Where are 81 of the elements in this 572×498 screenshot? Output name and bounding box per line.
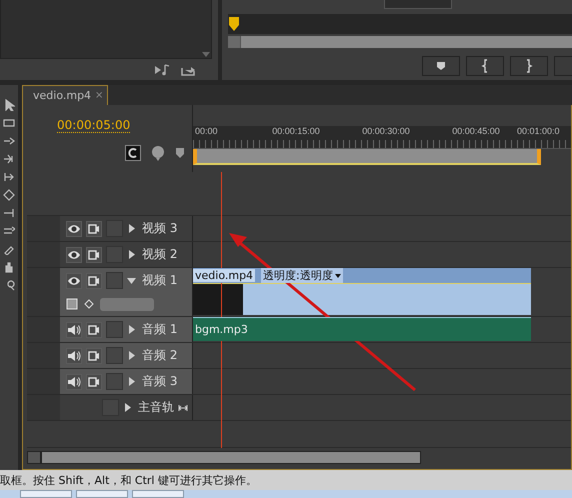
lock-toggle[interactable] — [106, 272, 123, 289]
expand-triangle-icon[interactable] — [123, 403, 132, 412]
bracket-icon[interactable] — [178, 404, 188, 412]
expand-triangle-icon[interactable] — [127, 276, 136, 285]
expand-triangle-icon[interactable] — [127, 325, 136, 334]
film-icon — [88, 248, 100, 260]
zoom-scrollbar[interactable] — [228, 36, 572, 48]
expand-triangle-icon[interactable] — [127, 224, 136, 233]
effect-dropdown[interactable]: 透明度:透明度 — [261, 268, 343, 283]
scroll-grip[interactable] — [27, 451, 41, 464]
speaker-icon — [67, 374, 81, 388]
time-ruler[interactable]: 00:00 00:00:15:00 00:00:30:00 00:00:45:00 00:01:00:0 — [192, 105, 571, 172]
track-header[interactable]: 视频 3 — [60, 216, 192, 241]
ruler-label: 00:01:00:0 — [517, 126, 560, 138]
mark-in-button[interactable] — [466, 56, 504, 76]
sync-lock-toggle[interactable] — [86, 246, 102, 262]
track-toggle[interactable] — [66, 246, 82, 262]
film-icon — [88, 376, 100, 388]
ruler-label: 00:00:30:00 — [361, 126, 411, 138]
lock-toggle[interactable] — [106, 321, 123, 338]
playhead-line[interactable] — [221, 172, 222, 448]
playhead-icon[interactable] — [228, 16, 240, 32]
play-audio-icon[interactable] — [154, 64, 170, 76]
add-marker-icon[interactable] — [175, 147, 185, 159]
track-header[interactable]: 视频 2 — [60, 242, 192, 267]
track-toggle[interactable] — [66, 348, 82, 364]
lock-toggle[interactable] — [106, 373, 123, 390]
audio-clip[interactable]: bgm.mp3 — [193, 317, 531, 341]
track-select-icon[interactable] — [3, 117, 15, 129]
track-header[interactable]: 音频 3 — [60, 369, 192, 394]
selection-tool-icon[interactable] — [3, 99, 15, 111]
film-icon — [88, 350, 100, 362]
track-header[interactable]: 音频 2 — [60, 343, 192, 368]
track-name: 音频 1 — [142, 321, 178, 338]
expand-triangle-icon[interactable] — [127, 351, 136, 360]
speaker-icon — [67, 348, 81, 362]
track-name: 视频 2 — [142, 246, 178, 263]
sync-lock-toggle[interactable] — [86, 272, 102, 288]
track-name: 视频 3 — [142, 220, 178, 237]
track-name: 音频 3 — [142, 373, 178, 390]
close-brace-icon — [525, 59, 533, 73]
marker-circle-icon[interactable] — [151, 145, 165, 161]
open-brace-icon — [481, 59, 489, 73]
horizontal-scrollbar[interactable] — [41, 451, 421, 464]
track-toggle[interactable] — [66, 322, 82, 338]
sync-lock-toggle[interactable] — [86, 348, 102, 364]
scroll-down-icon[interactable] — [201, 50, 211, 58]
video-clip[interactable]: vedio.mp4 透明度:透明度 — [193, 268, 531, 315]
lock-toggle[interactable] — [106, 347, 123, 364]
speaker-icon — [67, 322, 81, 336]
keyframe-icon[interactable] — [84, 299, 94, 309]
track-toggle[interactable] — [66, 220, 82, 236]
track-name: 主音轨 — [138, 399, 174, 416]
close-button[interactable]: × — [95, 90, 104, 101]
caret-icon — [334, 274, 341, 278]
film-icon — [88, 222, 100, 234]
track-name: 视频 1 — [142, 272, 178, 289]
mark-out-button[interactable] — [510, 56, 548, 76]
track-name: 音频 2 — [142, 347, 178, 364]
track-header[interactable]: 视频 1 — [60, 268, 192, 316]
sync-lock-toggle[interactable] — [86, 374, 102, 390]
expand-triangle-icon[interactable] — [127, 377, 136, 386]
clip-name: vedio.mp4 — [193, 269, 256, 282]
sync-lock-toggle[interactable] — [86, 322, 102, 338]
track-toggle[interactable] — [66, 272, 82, 288]
add-marker-button[interactable] — [422, 56, 460, 76]
status-text: 取框。按住 Shift，Alt，和 Ctrl 键可进行其它操作。 — [0, 470, 572, 490]
expand-triangle-icon[interactable] — [127, 250, 136, 259]
track-toggle[interactable] — [66, 374, 82, 390]
display-style-icon[interactable] — [66, 298, 78, 310]
snap-icon[interactable] — [125, 145, 141, 161]
track-header[interactable]: 音频 1 — [60, 317, 192, 342]
track-header[interactable]: 主音轨 — [60, 395, 192, 420]
timecode[interactable]: 00:00:05:00 — [57, 118, 130, 133]
film-icon — [88, 324, 100, 336]
film-icon — [88, 274, 100, 286]
blurred-field — [100, 298, 154, 310]
sync-lock-toggle[interactable] — [86, 220, 102, 236]
timeline-tab[interactable]: vedio.mp4 × — [22, 85, 108, 105]
ruler-label: 00:00:15:00 — [271, 126, 321, 138]
marker-icon — [436, 61, 446, 71]
